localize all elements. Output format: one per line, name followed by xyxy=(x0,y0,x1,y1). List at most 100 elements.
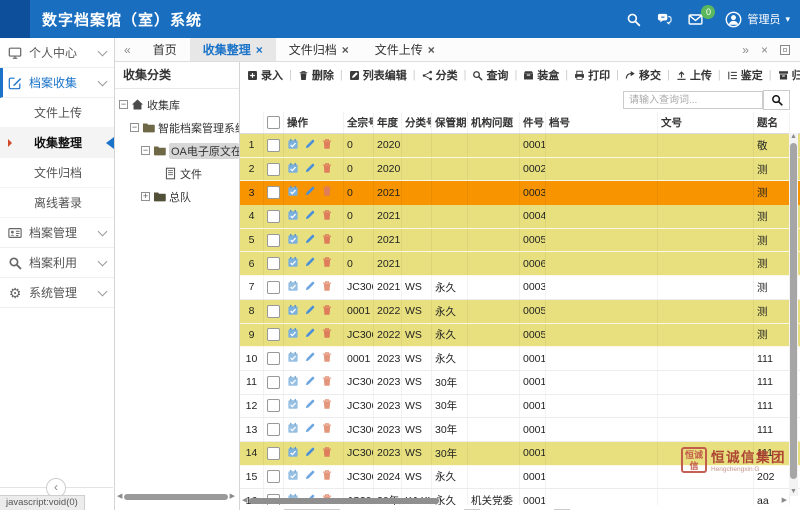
row-action-delete[interactable] xyxy=(321,138,333,153)
row-checkbox[interactable] xyxy=(267,399,280,412)
row-action-delete[interactable] xyxy=(321,304,333,319)
row-action-view[interactable] xyxy=(287,469,299,484)
tab-收集整理[interactable]: 收集整理× xyxy=(190,38,276,61)
table-row[interactable]: 5020210005测 xyxy=(240,229,800,253)
row-checkbox[interactable] xyxy=(267,257,280,270)
row-action-edit[interactable] xyxy=(304,138,316,153)
row-checkbox[interactable] xyxy=(267,186,280,199)
row-action-delete[interactable] xyxy=(321,185,333,200)
search-button[interactable] xyxy=(763,90,790,110)
table-row[interactable]: 2020200002测 xyxy=(240,158,800,182)
table-row[interactable]: 11JC3062023WS30年0001111 xyxy=(240,371,800,395)
row-checkbox[interactable] xyxy=(267,328,280,341)
row-checkbox[interactable] xyxy=(267,281,280,294)
row-action-view[interactable] xyxy=(287,162,299,177)
chat-icon[interactable] xyxy=(657,12,672,27)
scrollbar-thumb[interactable] xyxy=(790,143,797,479)
row-action-edit[interactable] xyxy=(304,375,316,390)
table-row[interactable]: 6020210006测 xyxy=(240,252,800,276)
toolbar-button-add[interactable]: 录入 xyxy=(247,67,283,83)
row-action-delete[interactable] xyxy=(321,446,333,461)
tabs-scroll-right-icon[interactable]: » xyxy=(742,43,749,57)
row-checkbox[interactable] xyxy=(267,376,280,389)
row-action-view[interactable] xyxy=(287,351,299,366)
sidebar-item-offline-catalog[interactable]: 离线著录 xyxy=(0,188,114,218)
search-icon[interactable] xyxy=(626,12,641,27)
tree-node-OA电子原文在线归档[interactable]: −OA电子原文在线归档 xyxy=(115,139,239,162)
row-action-delete[interactable] xyxy=(321,422,333,437)
tab-close-icon[interactable]: × xyxy=(256,43,263,57)
row-checkbox[interactable] xyxy=(267,305,280,318)
column-header-保管期限[interactable]: 保管期限 xyxy=(432,112,468,133)
row-action-delete[interactable] xyxy=(321,327,333,342)
scroll-down-icon[interactable]: ▼ xyxy=(789,488,798,496)
row-checkbox[interactable] xyxy=(267,139,280,152)
row-action-edit[interactable] xyxy=(304,351,316,366)
column-header-操作[interactable]: 操作 xyxy=(284,112,344,133)
row-action-delete[interactable] xyxy=(321,469,333,484)
column-header-机构问题[interactable]: 机构问题 xyxy=(468,112,520,133)
column-header-件号[interactable]: 件号 xyxy=(520,112,546,133)
vertical-scrollbar[interactable]: ▲ ▼ xyxy=(789,133,798,496)
sidebar-item-archive-management[interactable]: 档案管理 xyxy=(0,218,114,248)
table-row[interactable]: 1000012023WS永久0001111 xyxy=(240,347,800,371)
row-action-view[interactable] xyxy=(287,256,299,271)
table-row[interactable]: 9JC3062022WS永久0005测 xyxy=(240,324,800,348)
tree-node-智能档案管理系统[interactable]: −智能档案管理系统 xyxy=(115,116,239,139)
tree-node-收集库[interactable]: −收集库 xyxy=(115,93,239,116)
row-action-view[interactable] xyxy=(287,375,299,390)
sidebar-item-file-upload[interactable]: 文件上传 xyxy=(0,98,114,128)
toolbar-button-archive[interactable]: 归档 xyxy=(778,67,800,83)
row-checkbox[interactable] xyxy=(267,210,280,223)
tree-expander-icon[interactable]: + xyxy=(141,192,150,201)
row-action-view[interactable] xyxy=(287,422,299,437)
row-action-delete[interactable] xyxy=(321,233,333,248)
tab-文件上传[interactable]: 文件上传× xyxy=(362,38,448,61)
sidebar-item-system-management[interactable]: ⚙ 系统管理 xyxy=(0,278,114,308)
column-header-文号[interactable]: 文号 xyxy=(658,112,754,133)
column-header-全宗号[interactable]: 全宗号 xyxy=(344,112,374,133)
tree-expander-icon[interactable]: − xyxy=(130,123,139,132)
tree-node-文件[interactable]: 文件 xyxy=(115,162,239,185)
sidebar-item-personal-center[interactable]: 个人中心 xyxy=(0,38,114,68)
row-action-delete[interactable] xyxy=(321,256,333,271)
column-header-题名[interactable]: 题名 xyxy=(754,112,790,133)
row-checkbox[interactable] xyxy=(267,163,280,176)
table-row[interactable]: 13JC3062023WS30年0001111 xyxy=(240,418,800,442)
horizontal-scrollbar[interactable]: ◀ ▶ xyxy=(242,496,787,505)
row-action-edit[interactable] xyxy=(304,469,316,484)
tree-horizontal-scrollbar[interactable]: ◀ ▶ xyxy=(117,493,235,501)
toolbar-button-edit-list[interactable]: 列表编辑 xyxy=(349,67,407,83)
select-all-checkbox[interactable] xyxy=(267,116,280,129)
row-action-edit[interactable] xyxy=(304,327,316,342)
search-input[interactable] xyxy=(623,91,763,109)
tabs-scroll-left-icon[interactable]: « xyxy=(115,43,140,57)
sidebar-item-collection-organize[interactable]: 收集整理 xyxy=(0,128,114,158)
tree-expander-icon[interactable]: − xyxy=(119,100,128,109)
row-action-edit[interactable] xyxy=(304,304,316,319)
tab-首页[interactable]: 首页 xyxy=(140,38,190,61)
column-header-分类号[interactable]: 分类号 xyxy=(402,112,432,133)
table-row[interactable]: 7JC3062021WS永久0003测 xyxy=(240,276,800,300)
tabs-close-icon[interactable]: × xyxy=(761,43,768,57)
row-action-edit[interactable] xyxy=(304,256,316,271)
tree-expander-icon[interactable]: − xyxy=(141,146,150,155)
row-checkbox[interactable] xyxy=(267,352,280,365)
row-action-view[interactable] xyxy=(287,209,299,224)
row-action-delete[interactable] xyxy=(321,162,333,177)
row-action-view[interactable] xyxy=(287,185,299,200)
row-action-delete[interactable] xyxy=(321,209,333,224)
toolbar-button-print[interactable]: 打印 xyxy=(574,67,610,83)
row-action-edit[interactable] xyxy=(304,185,316,200)
sidebar-item-archive-utilization[interactable]: 档案利用 xyxy=(0,248,114,278)
toolbar-button-upload[interactable]: 上传 xyxy=(676,67,712,83)
row-action-delete[interactable] xyxy=(321,280,333,295)
column-header-档号[interactable]: 档号 xyxy=(546,112,658,133)
toolbar-button-appraise[interactable]: 鉴定 xyxy=(727,67,763,83)
tab-close-icon[interactable]: × xyxy=(342,43,349,57)
toolbar-button-box[interactable]: 装盒 xyxy=(523,67,559,83)
row-action-delete[interactable] xyxy=(321,351,333,366)
toolbar-button-transfer[interactable]: 移交 xyxy=(625,67,661,83)
row-action-edit[interactable] xyxy=(304,422,316,437)
row-action-view[interactable] xyxy=(287,280,299,295)
